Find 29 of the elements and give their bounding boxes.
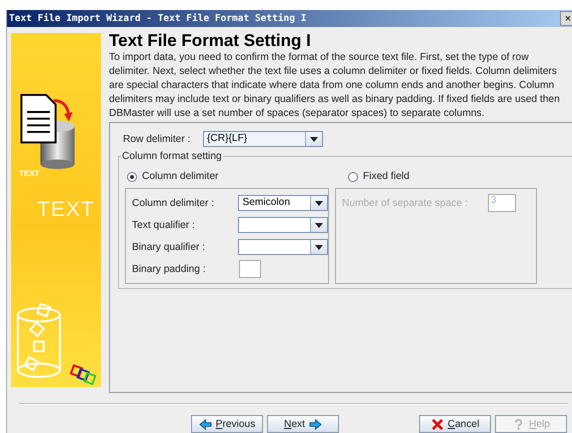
description-text: To import data, you need to confirm the format of the source text file. First, set the type of row delimiter. Next, select whether the text file uses a column delimiter or fixed fields. Column delimiters are special characters that indicate where data from one column ends and another begins. Column delimiters may include text or binary qualifiers as well as binary padding. If fixed fields are used then DBMaster will use a set number of spaces (separator spaces) to separate columns.: [109, 51, 561, 121]
window-title: Text File Import Wizard - Text File Format Setting I: [8, 13, 306, 24]
input-field[interactable]: [239, 260, 261, 278]
radio-option[interactable]: Column delimiter: [127, 171, 348, 182]
row-delimiter-dropdown[interactable]: {CR}{LF}: [203, 131, 323, 147]
radio-button[interactable]: [127, 172, 137, 182]
dropdown-field[interactable]: [238, 217, 328, 233]
document-database-icon: [19, 93, 77, 169]
cross-icon: [430, 418, 444, 430]
cancel-button[interactable]: Cancel: [419, 415, 491, 433]
field-label: Binary qualifier :: [132, 242, 206, 252]
radio-button[interactable]: [348, 172, 358, 182]
field-label: Binary padding :: [132, 264, 207, 274]
field-label: Column delimiter :: [132, 198, 216, 208]
banner-label: TEXT: [37, 198, 95, 222]
right-arrow-icon: [308, 418, 322, 430]
field-label: Number of separate space :: [342, 198, 468, 208]
icon-label: TEXT: [19, 169, 40, 178]
dropdown-field[interactable]: [238, 239, 328, 255]
group-legend: Column format setting: [121, 151, 223, 162]
left-arrow-icon: [198, 418, 212, 430]
close-button[interactable]: ×: [560, 11, 572, 26]
page-heading: Text File Format Setting I: [109, 31, 312, 51]
field-label: Text qualifier :: [132, 220, 196, 230]
radio-option[interactable]: Fixed field: [348, 171, 569, 182]
dropdown-field[interactable]: Semicolon: [238, 195, 328, 211]
row-delimiter-label: Row delimiter :: [123, 134, 192, 144]
next-button[interactable]: Next: [267, 415, 339, 433]
previous-button[interactable]: Previous: [191, 415, 263, 433]
